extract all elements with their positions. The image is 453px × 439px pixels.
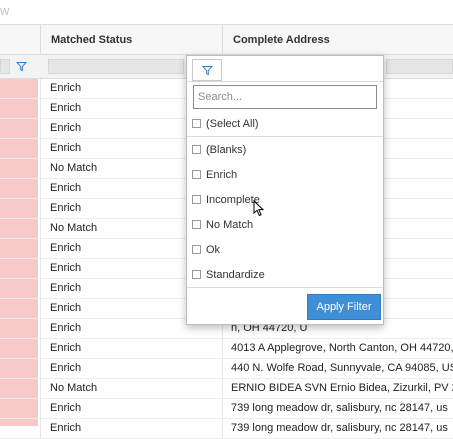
apply-filter-button[interactable]: Apply Filter	[307, 294, 381, 320]
filter-option-label: (Select All)	[206, 118, 259, 130]
filter-option-label: Enrich	[206, 169, 238, 181]
cell-complete-address[interactable]: 4013 A Applegrove, North Canton, OH 4472…	[222, 339, 453, 359]
window-title-fragment: w	[0, 0, 453, 24]
filter-cell-matched-status[interactable]	[48, 59, 184, 74]
filter-option-ok[interactable]: Ok	[192, 241, 220, 259]
table-row[interactable]: No Match ERNIO BIDEA SVN Ernio Bidea, Ziz…	[0, 379, 453, 399]
cell-complete-address[interactable]: 739 long meadow dr, salisbury, nc 28147,…	[222, 399, 453, 419]
filter-tab-button[interactable]	[192, 59, 222, 81]
filter-icon[interactable]	[16, 61, 28, 73]
divider	[187, 81, 383, 82]
filter-option-no-match[interactable]: No Match	[192, 216, 253, 234]
filter-dropdown: (Select All) (Blanks) Enrich Incomplete …	[186, 55, 384, 325]
checkbox-icon[interactable]	[192, 144, 201, 154]
cell-matched-status[interactable]: Enrich	[40, 419, 222, 439]
cursor-icon	[253, 200, 265, 217]
cell-matched-status[interactable]: Enrich	[40, 399, 222, 419]
checkbox-icon[interactable]	[192, 118, 201, 128]
header-matched-status[interactable]: Matched Status	[40, 25, 222, 55]
filter-option-label: (Blanks)	[206, 144, 247, 156]
table-row[interactable]: Enrich 739 long meadow dr, salisbury, nc …	[0, 419, 453, 439]
table-row[interactable]: Enrich 739 long meadow dr, salisbury, nc …	[0, 399, 453, 419]
filter-option-incomplete[interactable]: Incomplete	[192, 191, 260, 209]
filter-option-label: No Match	[206, 219, 254, 231]
cell-complete-address[interactable]: 739 long meadow dr, salisbury, nc 28147,…	[222, 419, 453, 439]
filter-search-input[interactable]	[193, 85, 377, 109]
checkbox-icon[interactable]	[192, 244, 201, 254]
filter-option-blanks[interactable]: (Blanks)	[192, 141, 246, 159]
divider	[187, 136, 383, 137]
filter-cell-complete-address[interactable]	[386, 59, 453, 74]
cell-matched-status[interactable]: Enrich	[40, 339, 222, 359]
filter-option-enrich[interactable]: Enrich	[192, 166, 237, 184]
cell-complete-address[interactable]: 440 N. Wolfe Road, Sunnyvale, CA 94085, …	[222, 359, 453, 379]
filter-cell-col0[interactable]	[0, 59, 10, 74]
filter-icon	[202, 66, 213, 76]
filter-option-label: Ok	[206, 244, 221, 256]
title-text: w	[0, 3, 10, 18]
cell-matched-status[interactable]: Enrich	[40, 359, 222, 379]
cell-matched-status[interactable]: No Match	[40, 379, 222, 399]
table-row[interactable]: Enrich 4013 A Applegrove, North Canton, O…	[0, 339, 453, 359]
table-row[interactable]: Enrich 440 N. Wolfe Road, Sunnyvale, CA 9…	[0, 359, 453, 379]
filter-option-label: Standardize	[206, 269, 265, 281]
checkbox-icon[interactable]	[192, 269, 201, 279]
cell-complete-address[interactable]: ERNIO BIDEA SVN Ernio Bidea, Zizurkil, P…	[222, 379, 453, 399]
header-col-0[interactable]	[0, 25, 40, 55]
header-complete-address[interactable]: Complete Address	[222, 25, 453, 55]
header-row: Matched Status Complete Address	[0, 25, 453, 55]
filter-option-select-all[interactable]: (Select All)	[192, 115, 259, 133]
checkbox-icon[interactable]	[192, 169, 201, 179]
filter-option-standardize[interactable]: Standardize	[192, 266, 265, 284]
checkbox-icon[interactable]	[192, 219, 201, 229]
divider	[187, 287, 383, 288]
filter-option-label: Incomplete	[206, 194, 260, 206]
checkbox-icon[interactable]	[192, 194, 201, 204]
